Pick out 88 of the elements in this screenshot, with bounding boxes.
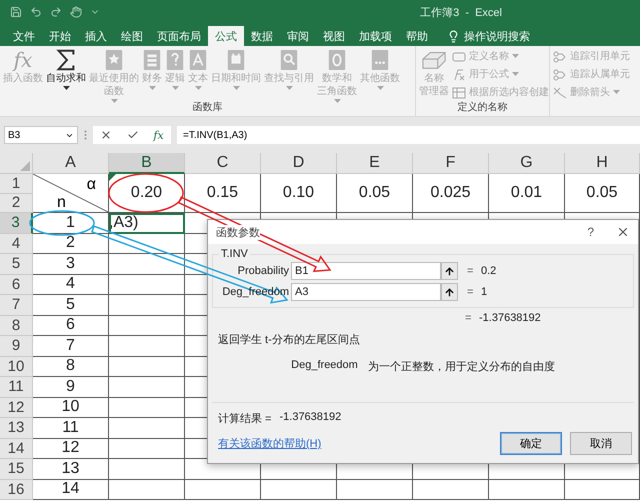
argument-name: Deg_freedom (291, 359, 358, 373)
row-header[interactable]: 3 (0, 213, 33, 234)
table-cell: 3 (33, 254, 109, 274)
argument-field[interactable]: B1 (291, 262, 441, 280)
ribbon-tab[interactable]: 插入 (78, 26, 114, 46)
table-cell: 7 (33, 336, 109, 356)
formula-field[interactable]: =T.INV(B1,A3) (177, 126, 640, 144)
row-header[interactable]: 16 (0, 480, 33, 500)
window-title: 工作簿3 - Excel (420, 6, 502, 20)
argument-label: Probability (236, 265, 290, 277)
name-box[interactable]: B3 (4, 126, 78, 144)
table-cell: 0.025 (413, 174, 489, 213)
group-label: 定义的名称 (458, 102, 508, 115)
table-cell: 9 (33, 377, 109, 398)
ribbon-tab[interactable]: 加载项 (352, 26, 399, 46)
table-cell: 0.20 (109, 174, 185, 213)
column-header[interactable]: C (185, 153, 261, 174)
column-header[interactable]: G (489, 153, 565, 174)
table-cell: 0.01 (489, 174, 565, 213)
ribbon-tab[interactable]: 文件 (6, 26, 42, 46)
table-cell: 0.05 (565, 174, 640, 213)
row-header[interactable]: 9 (0, 336, 33, 356)
tell-me-search[interactable]: 操作说明搜索 (443, 26, 534, 46)
table-cell: 12 (33, 438, 109, 459)
row-header[interactable]: 15 (0, 459, 33, 480)
table-cell: 0.05 (337, 174, 413, 213)
result-label: 计算结果 = (218, 412, 272, 426)
row-header[interactable]: 5 (0, 254, 33, 274)
table-cell: 0.10 (261, 174, 337, 213)
column-header[interactable]: F (413, 153, 489, 174)
table-cell: 10 (33, 398, 109, 418)
argument-value: 0.2 (481, 265, 496, 277)
table-cell: 2 (33, 234, 109, 254)
table-cell: 8 (33, 356, 109, 377)
table-cell: 5 (33, 295, 109, 316)
table-cell-text: α (86, 176, 97, 194)
ribbon-tab[interactable]: 视图 (316, 26, 352, 46)
help-link[interactable]: 有关该函数的帮助(H) (218, 436, 322, 451)
table-cell: 1 (33, 213, 109, 234)
help-button[interactable]: ? (587, 225, 594, 239)
table-cell[interactable]: ,A3) (109, 213, 185, 234)
row-header[interactable]: 14 (0, 438, 33, 459)
dialog-button[interactable]: 取消 (570, 432, 632, 455)
row-header[interactable]: 13 (0, 418, 33, 438)
ribbon-tab[interactable]: 数据 (244, 26, 280, 46)
table-cell: 6 (33, 316, 109, 336)
table-cell: 4 (33, 274, 109, 295)
row-header[interactable]: 8 (0, 316, 33, 336)
ribbon-tab[interactable]: 审阅 (280, 26, 316, 46)
row-header[interactable]: 4 (0, 234, 33, 254)
table-cell: 13 (33, 459, 109, 480)
column-header[interactable]: H (565, 153, 640, 174)
function-name: T.INV (220, 248, 249, 260)
table-cell: 11 (33, 418, 109, 438)
ribbon-button[interactable]: 自动求和 (46, 48, 86, 91)
equals-sign: = (467, 286, 474, 298)
argument-description: 为一个正整数，用于定义分布的自由度 (368, 360, 555, 374)
dialog-title: 函数参数 (216, 224, 260, 240)
group-label: 函数库 (192, 102, 222, 115)
row-header[interactable]: 1 (0, 174, 33, 194)
ribbon-tab[interactable]: 帮助 (399, 26, 435, 46)
result-value: -1.37638192 (279, 411, 342, 425)
equals-sign: = (467, 265, 474, 277)
ribbon-tab[interactable]: 页面布局 (150, 26, 208, 46)
column-header[interactable]: D (261, 153, 337, 174)
column-header[interactable]: A (33, 153, 109, 174)
row-header[interactable]: 2 (0, 194, 33, 213)
row-header[interactable]: 7 (0, 295, 33, 316)
table-cell-text: n (56, 194, 66, 212)
formula-result: -1.37638192 (479, 312, 541, 324)
column-header[interactable]: B (109, 153, 185, 174)
function-description: 返回学生 t-分布的左尾区间点 (217, 332, 361, 347)
row-header[interactable]: 12 (0, 398, 33, 418)
ribbon-tab[interactable]: 公式 (208, 26, 244, 46)
argument-field[interactable]: A3 (291, 283, 441, 301)
row-header[interactable]: 10 (0, 356, 33, 377)
insert-function-button[interactable]: fx (153, 128, 164, 142)
table-cell: 14 (33, 480, 109, 500)
argument-value: 1 (481, 286, 488, 298)
row-header[interactable]: 11 (0, 377, 33, 398)
dialog-button[interactable]: 确定 (500, 432, 562, 455)
equals-sign: = (465, 312, 472, 324)
ribbon-tab[interactable]: 绘图 (114, 26, 150, 46)
column-header[interactable]: E (337, 153, 413, 174)
table-cell: 0.15 (185, 174, 261, 213)
function-icon: fx (14, 48, 32, 72)
ribbon-tab[interactable]: 开始 (42, 26, 78, 46)
row-header[interactable]: 6 (0, 274, 33, 295)
